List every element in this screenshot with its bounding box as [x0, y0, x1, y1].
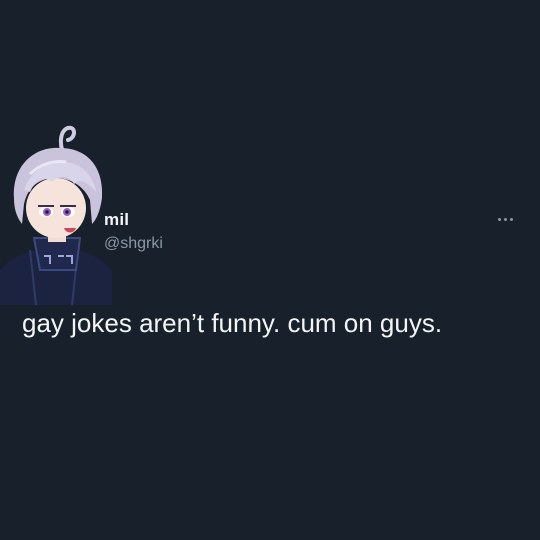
tweet-card: mil @shgrki gay jokes aren’t funny. cum …	[0, 0, 540, 540]
author-display-name[interactable]: mil	[104, 210, 163, 230]
more-options-button[interactable]	[490, 209, 520, 229]
avatar[interactable]	[0, 120, 112, 305]
anime-character-avatar-icon	[0, 125, 112, 305]
more-horizontal-icon	[509, 217, 513, 221]
author-info: mil @shgrki	[104, 210, 163, 255]
tweet-text: gay jokes aren’t funny. cum on guys.	[22, 308, 443, 338]
author-handle[interactable]: @shgrki	[104, 233, 163, 255]
more-horizontal-icon	[503, 217, 507, 221]
more-horizontal-icon	[497, 217, 501, 221]
